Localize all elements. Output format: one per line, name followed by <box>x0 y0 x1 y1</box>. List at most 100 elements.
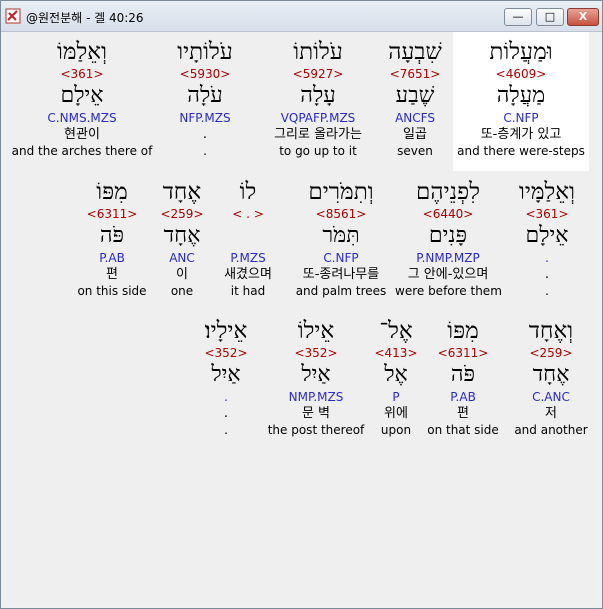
english-gloss: to go up to it <box>279 144 357 158</box>
title-bar[interactable]: @원전분해 - 겔 40:26 — □ X <box>1 1 602 32</box>
strong-number[interactable]: < . > <box>215 206 281 222</box>
word-cell[interactable]: אֵילוֹ <352> אַיִל NMP.MZS 문 벽 the post … <box>265 317 367 438</box>
korean-gloss: 새겼으며 <box>224 267 272 282</box>
parsing-code[interactable]: C.NFP <box>291 250 391 266</box>
word-cell[interactable]: שִׁבְעָה <7651> שֶׁבַע ANCFS 일곱 seven <box>380 38 450 159</box>
parsing-code[interactable]: ANC <box>155 250 209 266</box>
parsing-code[interactable]: VQPAFP.MZS <box>258 110 378 126</box>
word-cell[interactable]: לוֹ < . > P.MZS 새겼으며 it had <box>215 178 281 299</box>
parsing-code[interactable]: P.AB <box>77 250 147 266</box>
parsing-code[interactable]: P.NMP.MZP <box>395 250 501 266</box>
close-button[interactable]: X <box>567 8 599 26</box>
english-gloss: were before them <box>395 284 502 298</box>
english-gloss: the post thereof <box>267 423 365 437</box>
english-gloss: . <box>203 144 207 158</box>
hebrew-word: וְאֵלַמָּיו <box>519 179 575 205</box>
parsing-code[interactable]: . <box>189 389 263 405</box>
hebrew-word: וּמַעֲלוֹת <box>489 39 553 65</box>
english-gloss: seven <box>397 144 433 158</box>
parsing-code[interactable]: . <box>507 250 587 266</box>
strong-number[interactable]: <361> <box>507 206 587 222</box>
hebrew-word: מִפּוֹ <box>447 318 479 344</box>
close-icon: X <box>578 10 588 23</box>
korean-gloss: 일곱 <box>403 127 427 142</box>
word-cell[interactable]: אֶל־ <413> אֶל P 위에 upon <box>369 317 423 438</box>
strong-number[interactable]: <8561> <box>291 206 391 222</box>
korean-gloss: . <box>223 406 229 421</box>
english-gloss: and another <box>514 423 588 437</box>
interlinear-view: וּמַעֲלוֹת <4609> מַעֲלָה C.NFP 또-층계가 있고… <box>7 32 597 602</box>
korean-gloss: 현관이 <box>64 127 100 142</box>
lemma: תִּמֹּר <box>322 223 360 248</box>
strong-number[interactable]: <413> <box>369 345 423 361</box>
lemma: פֹּה <box>450 362 476 387</box>
lemma: אֶחָד <box>163 223 201 248</box>
hebrew-word: מִפּוֹ <box>96 179 128 205</box>
word-cell[interactable]: מִפּוֹ <6311> פֹּה P.AB 편 on that side <box>425 317 501 438</box>
parsing-code[interactable]: NMP.MZS <box>265 389 367 405</box>
hebrew-word: וְתִמֹּרִים <box>308 179 374 205</box>
word-cell[interactable]: וְאֵלַמָּיו <361> אֵילָם . . . <box>507 178 587 299</box>
english-gloss: one <box>170 284 194 298</box>
parsing-code[interactable]: ANCFS <box>380 110 450 126</box>
strong-number[interactable]: <259> <box>155 206 209 222</box>
lemma: פָּנִים <box>428 223 468 248</box>
word-cell[interactable]: לִפְנֵיהֶם <6440> פָּנִים P.NMP.MZP 그 안에… <box>395 178 502 299</box>
strong-number[interactable]: <5927> <box>258 66 378 82</box>
korean-gloss: 문 벽 <box>301 406 331 421</box>
hebrew-word: לִפְנֵיהֶם <box>416 179 480 205</box>
word-cell[interactable]: עֹלוֹתוֹ <5927> עָלָה VQPAFP.MZS 그리로 올라가… <box>258 38 378 159</box>
korean-gloss: 저 <box>545 406 557 421</box>
word-cell[interactable]: וְתִמֹּרִים <8561> תִּמֹּר C.NFP 또-종려나무를… <box>291 178 391 299</box>
korean-gloss: 그리로 올라가는 <box>274 127 362 142</box>
app-window: @원전분해 - 겔 40:26 — □ X וּמַעֲלוֹת <4609> … <box>0 0 603 609</box>
parsing-code[interactable]: C.ANC <box>513 389 589 405</box>
korean-gloss: 또-층계가 있고 <box>480 127 562 142</box>
strong-number[interactable]: <259> <box>513 345 589 361</box>
strong-number[interactable]: <352> <box>189 345 263 361</box>
parsing-code[interactable]: NFP.MZS <box>165 110 245 126</box>
strong-number[interactable]: <6311> <box>425 345 501 361</box>
lemma <box>215 222 281 250</box>
word-cell[interactable]: מִפּוֹ <6311> פֹּה P.AB 편 on this side <box>77 178 147 299</box>
strong-number[interactable]: <361> <box>11 66 153 82</box>
maximize-button[interactable]: □ <box>536 8 564 26</box>
hebrew-word: עֹלוֹתָיו <box>177 39 233 65</box>
lemma: אַיִל <box>211 362 241 387</box>
hebrew-word: וְאֶחָד <box>528 318 574 344</box>
word-cell[interactable]: אֵילָיו׃ <352> אַיִל . . . <box>189 317 263 438</box>
strong-number[interactable]: <4609> <box>453 66 589 82</box>
minimize-button[interactable]: — <box>504 8 532 26</box>
strong-number[interactable]: <6440> <box>395 206 501 222</box>
hebrew-word: שִׁבְעָה <box>388 39 442 65</box>
parsing-code[interactable]: P.MZS <box>215 250 281 266</box>
english-gloss: and palm trees <box>295 284 387 298</box>
word-cell[interactable]: עֹלוֹתָיו <5930> עֹלָה NFP.MZS . . <box>165 38 245 159</box>
strong-number[interactable]: <5930> <box>165 66 245 82</box>
word-cell[interactable]: וְאֵלַמּוֹ <361> אֵילָם C.NMS.MZS 현관이 an… <box>11 38 153 159</box>
strong-number[interactable]: <7651> <box>380 66 450 82</box>
english-gloss: on that side <box>427 423 499 437</box>
word-cell[interactable]: וּמַעֲלוֹת <4609> מַעֲלָה C.NFP 또-층계가 있고… <box>453 38 589 159</box>
parsing-code[interactable]: C.NMS.MZS <box>11 110 153 126</box>
lemma: עֹלָה <box>187 83 223 108</box>
english-gloss: . <box>545 284 549 298</box>
hebrew-word: וְאֵלַמּוֹ <box>57 39 107 65</box>
parsing-code[interactable]: P.AB <box>425 389 501 405</box>
parsing-code[interactable]: C.NFP <box>453 110 589 126</box>
strong-number[interactable]: <352> <box>265 345 367 361</box>
parsing-code[interactable]: P <box>369 389 423 405</box>
korean-gloss: 또-종려나무를 <box>302 267 380 282</box>
english-gloss: and the arches there of <box>11 144 153 158</box>
korean-gloss: 편 <box>106 267 118 282</box>
hebrew-word: אֵילוֹ <box>297 318 335 344</box>
strong-number[interactable]: <6311> <box>77 206 147 222</box>
word-cell[interactable]: וְאֶחָד <259> אֶחָד C.ANC 저 and another <box>513 317 589 438</box>
hebrew-word: אֵילָיו׃ <box>204 318 248 344</box>
hebrew-word: עֹלוֹתוֹ <box>293 39 343 65</box>
lemma: פֹּה <box>99 223 125 248</box>
lemma: אֵילָם <box>525 223 569 248</box>
korean-gloss: . <box>544 267 550 282</box>
korean-gloss: . <box>202 127 208 142</box>
word-cell[interactable]: אֶחָד <259> אֶחָד ANC 이 one <box>155 178 209 299</box>
